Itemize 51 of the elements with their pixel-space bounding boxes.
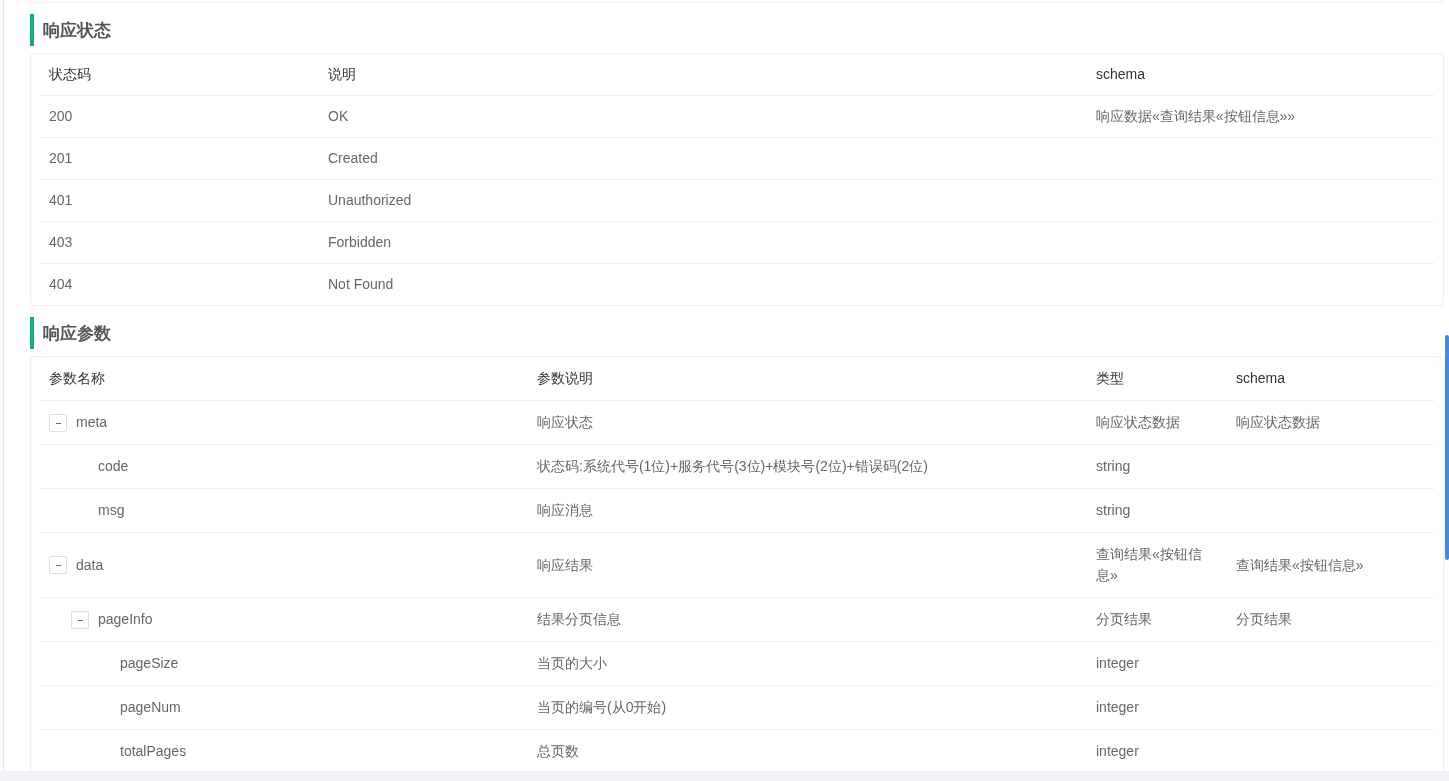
column-header: 说明 — [327, 65, 357, 84]
table-cell-text: 404 — [48, 275, 74, 294]
param-description: 当页的大小 — [537, 655, 607, 671]
column-header: 参数说明 — [536, 369, 594, 388]
table-cell-text: OK — [327, 107, 350, 126]
column-header: schema — [1095, 65, 1147, 84]
section-title: 响应状态 — [43, 19, 111, 42]
table-cell-text: 响应数据«查询结果«按钮信息»» — [1095, 107, 1297, 126]
collapse-toggle[interactable] — [71, 610, 89, 629]
table-cell-text: 403 — [48, 233, 74, 252]
param-name: pageInfo — [98, 610, 153, 629]
collapse-toggle[interactable] — [49, 413, 67, 432]
param-name: pageNum — [120, 698, 181, 717]
param-description: 响应状态 — [537, 414, 593, 430]
param-type: 分页结果 — [1096, 611, 1152, 627]
param-description: 结果分页信息 — [537, 611, 621, 627]
param-name: msg — [98, 501, 125, 520]
table-cell-text: Not Found — [327, 275, 395, 294]
param-name: meta — [76, 413, 108, 432]
table-cell-text: Forbidden — [327, 233, 393, 252]
collapse-toggle[interactable] — [49, 556, 67, 574]
param-schema: 响应状态数据 — [1236, 414, 1320, 430]
param-description: 响应结果 — [537, 556, 593, 573]
param-type: integer — [1096, 655, 1139, 671]
param-type: 查询结果«按钮信息» — [1096, 546, 1202, 583]
param-schema: 分页结果 — [1236, 611, 1292, 627]
column-header: 参数名称 — [48, 369, 106, 388]
param-description: 响应消息 — [537, 502, 593, 518]
param-name: code — [98, 457, 129, 476]
table-cell-text: 401 — [48, 191, 74, 210]
param-name: data — [76, 555, 104, 575]
column-header: schema — [1235, 369, 1287, 388]
param-description: 当页的编号(从0开始) — [537, 699, 667, 715]
param-description: 状态码:系统代号(1位)+服务代号(3位)+模块号(2位)+错误码(2位) — [537, 458, 928, 474]
table-cell-text: Created — [327, 149, 379, 168]
param-type: string — [1096, 502, 1131, 518]
column-header: 类型 — [1095, 369, 1125, 388]
param-description: 总页数 — [537, 743, 579, 759]
table-cell-text: 201 — [48, 149, 74, 168]
table-cell-text: Unauthorized — [327, 191, 413, 210]
table-cell-text: 200 — [48, 107, 74, 126]
param-name: totalPages — [120, 742, 187, 761]
param-name: pageSize — [120, 654, 179, 673]
param-type: string — [1096, 458, 1131, 474]
scrollbar-thumb[interactable] — [1445, 335, 1449, 560]
param-schema: 查询结果«按钮信息» — [1236, 556, 1364, 573]
column-header: 状态码 — [48, 65, 92, 84]
param-type: 响应状态数据 — [1096, 414, 1180, 430]
section-title: 响应参数 — [43, 322, 111, 345]
param-type: integer — [1096, 743, 1139, 759]
param-type: integer — [1096, 699, 1139, 715]
